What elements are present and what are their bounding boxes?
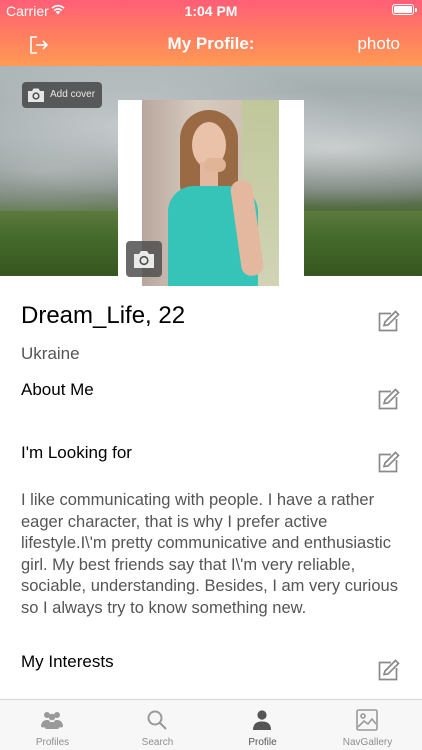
edit-name-icon[interactable]: [376, 310, 400, 334]
profile-name-age: Dream_Life, 22: [21, 302, 186, 329]
tab-profiles[interactable]: Profiles: [0, 700, 105, 750]
tab-profile[interactable]: Profile: [210, 700, 315, 750]
person-icon: [250, 708, 274, 732]
change-photo-camera-icon[interactable]: [126, 241, 162, 277]
tab-navgallery[interactable]: NavGallery: [315, 700, 420, 750]
bio-text: I like communicating with people. I have…: [21, 491, 398, 617]
edit-about-icon[interactable]: [376, 388, 400, 412]
tab-navgallery-label: NavGallery: [342, 737, 393, 748]
profile-photo-card[interactable]: [118, 100, 304, 286]
about-me-title: About Me: [21, 380, 94, 399]
nav-bar: My Profile: photo: [0, 22, 422, 66]
people-icon: [40, 708, 64, 732]
edit-interests-icon[interactable]: [376, 659, 400, 683]
looking-for-title: I'm Looking for: [21, 443, 132, 462]
tab-profile-label: Profile: [248, 737, 277, 748]
profile-country: Ukraine: [21, 344, 80, 363]
status-bar: Carrier 1:04 PM: [0, 0, 422, 22]
gallery-icon: [355, 708, 379, 732]
tab-bar: Profiles Search Profile NavGallery: [0, 699, 422, 750]
battery-icon: [392, 4, 417, 15]
camera-icon: [26, 86, 46, 107]
search-icon: [145, 708, 169, 732]
edit-looking-icon[interactable]: [376, 451, 400, 475]
photo-button[interactable]: photo: [357, 34, 400, 54]
add-cover-button[interactable]: Add cover: [22, 82, 102, 108]
add-cover-label: Add cover: [50, 89, 96, 100]
tab-search[interactable]: Search: [105, 700, 210, 750]
clock-label: 1:04 PM: [184, 3, 238, 19]
profile-photo: [142, 100, 279, 286]
tab-profiles-label: Profiles: [35, 737, 70, 748]
interests-title: My Interests: [21, 652, 114, 671]
top-bar: Carrier 1:04 PM My Profile: photo: [0, 0, 422, 66]
tab-search-label: Search: [141, 737, 174, 748]
